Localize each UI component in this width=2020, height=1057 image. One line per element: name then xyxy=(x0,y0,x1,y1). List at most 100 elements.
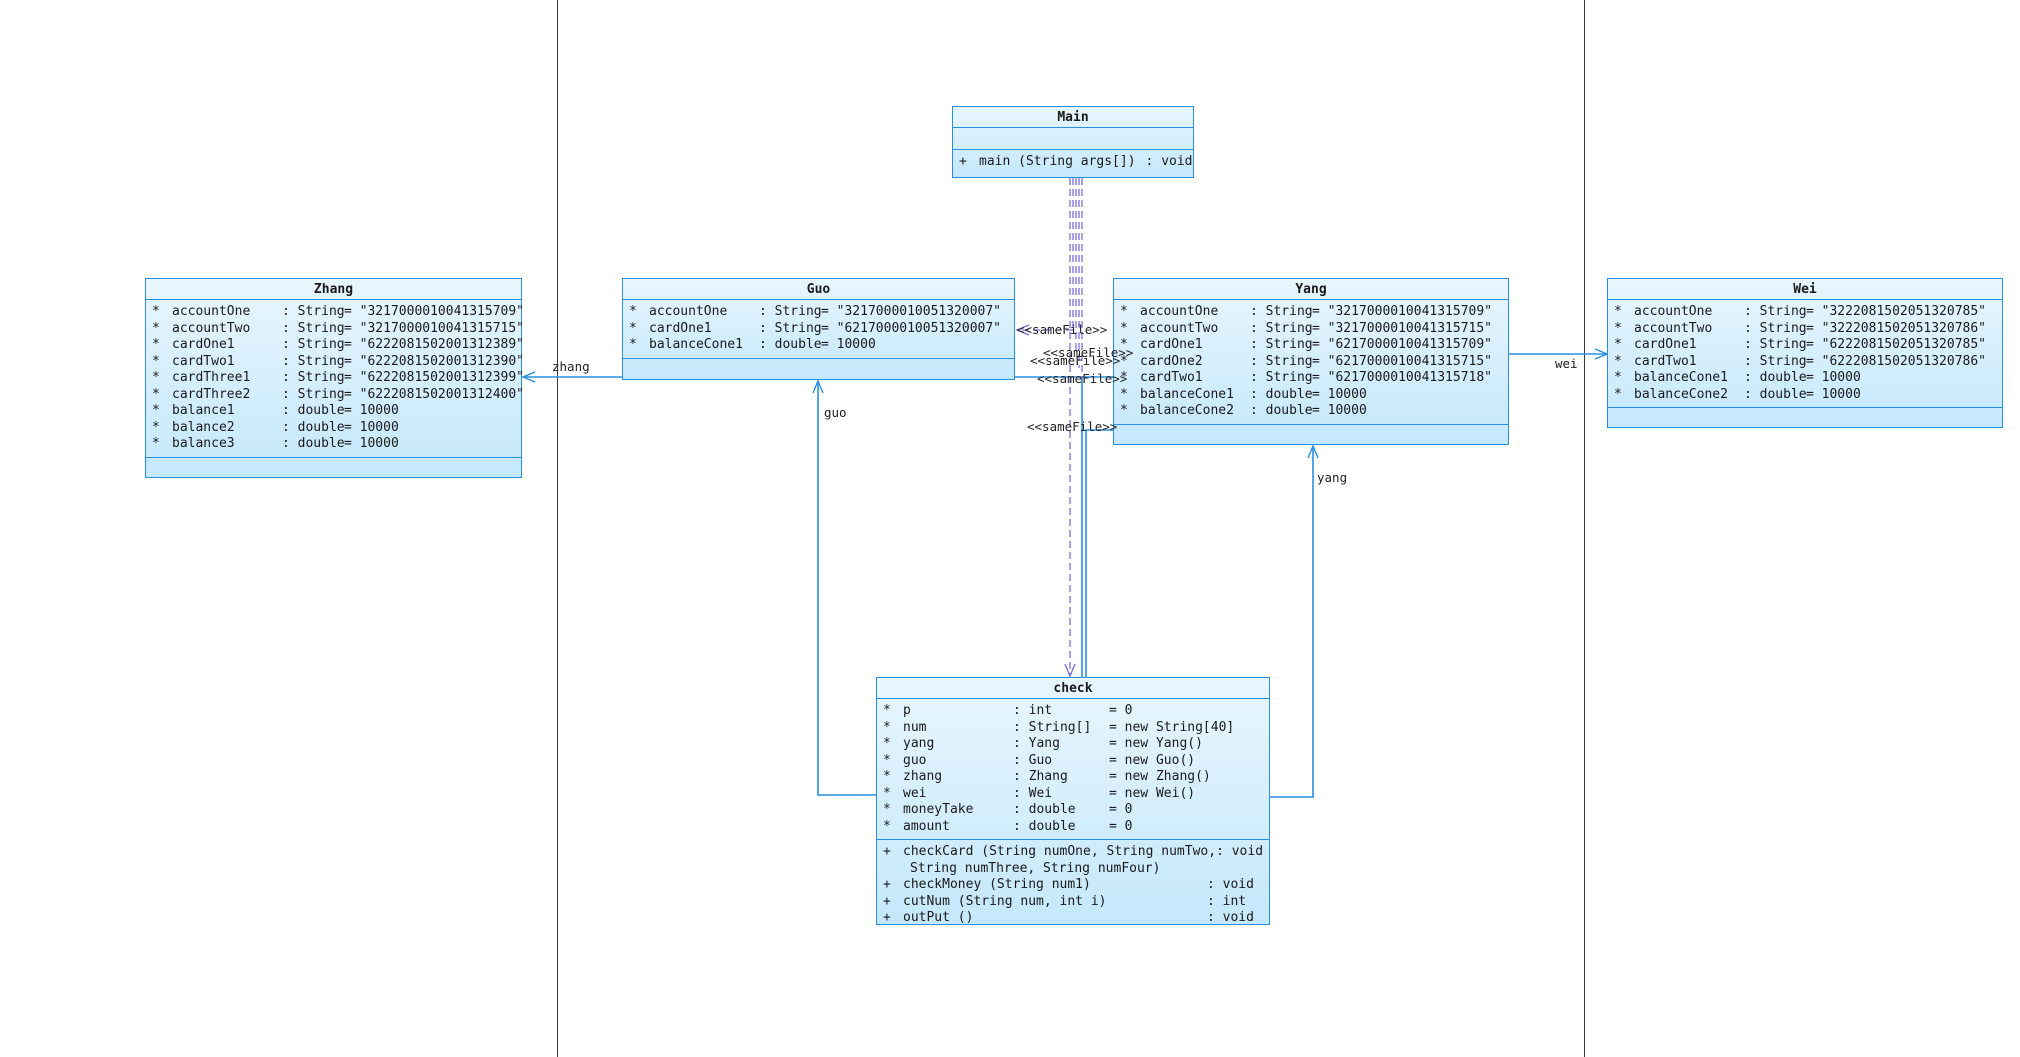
attribute-default: = "6222081502051320785" xyxy=(1806,337,1987,352)
attribute-default: = "3217000010041315709" xyxy=(1312,304,1493,319)
attribute-type: : double xyxy=(1250,386,1313,402)
attribute-name: accountTwo xyxy=(1140,320,1219,336)
visibility-marker: * xyxy=(152,337,160,352)
class-wei[interactable]: Wei * accountOne: String = "32220815020513… xyxy=(1607,278,2003,428)
visibility-marker: * xyxy=(152,419,160,435)
attribute-name: amount xyxy=(903,818,950,834)
attribute-name: accountOne xyxy=(1140,304,1219,319)
operation-row: + checkMoney (String num1): void xyxy=(883,877,1263,894)
attribute-row: * cardTwo1: String = "6217000010041315718" xyxy=(1120,370,1502,387)
visibility-marker: * xyxy=(1614,304,1622,319)
class-guo-title: Guo xyxy=(623,279,1014,300)
attribute-name: yang xyxy=(903,736,935,751)
class-zhang-title: Zhang xyxy=(146,279,521,300)
attribute-default: = "3222081502051320786" xyxy=(1806,320,1987,336)
attribute-row: * cardOne2: String = "6217000010041315715" xyxy=(1120,354,1502,371)
class-guo-operations xyxy=(623,359,1014,377)
attribute-type: : double xyxy=(759,337,822,352)
visibility-marker: * xyxy=(152,436,160,451)
stereotype-label-samefile: <<sameFile>> xyxy=(1037,371,1128,386)
attribute-default: = 0 xyxy=(1109,818,1133,834)
attribute-type: : String xyxy=(1250,304,1313,319)
class-zhang[interactable]: Zhang * accountOne: String = "321700001004… xyxy=(145,278,525,478)
attribute-name: balanceCone1 xyxy=(1140,386,1234,402)
visibility-marker: * xyxy=(883,802,891,817)
attribute-default: = new Guo() xyxy=(1109,752,1196,768)
attribute-name: accountOne xyxy=(172,304,251,319)
attribute-type: : String xyxy=(282,320,345,336)
class-guo[interactable]: Guo * accountOne: String = "32170000100513… xyxy=(622,278,1015,380)
attribute-type: : String xyxy=(1250,353,1313,369)
attribute-name: num xyxy=(903,719,927,735)
visibility-marker: * xyxy=(1120,403,1128,418)
attribute-default: = new Yang() xyxy=(1109,736,1203,751)
attribute-type: : String[] xyxy=(1013,719,1092,735)
operation-row: + cutNum (String num, int i): int xyxy=(883,894,1263,911)
attribute-default: = new Wei() xyxy=(1109,785,1196,801)
attribute-row: * amount: double = 0 xyxy=(883,819,1263,836)
attribute-type: : double xyxy=(1250,403,1313,418)
visibility-marker: * xyxy=(152,353,160,369)
attribute-row: * num: String[] = new String[40] xyxy=(883,720,1263,737)
attribute-type: : String xyxy=(1744,353,1807,369)
association-label-yang: yang xyxy=(1317,470,1348,485)
attribute-name: cardTwo1 xyxy=(172,353,235,369)
attribute-default: = "6217000010051320007" xyxy=(821,320,1002,336)
attribute-default: = 0 xyxy=(1109,802,1133,817)
attribute-name: balance1 xyxy=(172,403,235,418)
attribute-default: = 10000 xyxy=(344,403,399,418)
operation-return-type: : void xyxy=(1207,910,1254,925)
class-yang-title: Yang xyxy=(1114,279,1508,300)
class-check[interactable]: check * p: int = 0 * num: String[] = new Stri… xyxy=(876,677,1270,925)
attribute-type: : double xyxy=(1744,386,1807,402)
attribute-default: = "6222081502001312390" xyxy=(344,353,525,369)
operation-return-type: : void xyxy=(1207,877,1254,892)
visibility-marker: * xyxy=(629,304,637,319)
attribute-name: guo xyxy=(903,752,927,768)
attribute-row: * balance3: double = 10000 xyxy=(152,436,515,453)
operation-signature: checkCard (String numOne, String numTwo, xyxy=(903,844,1217,859)
visibility-marker: * xyxy=(629,320,637,336)
attribute-type: : double xyxy=(282,403,345,418)
attribute-name: balanceCone1 xyxy=(649,337,743,352)
attribute-type: : double xyxy=(1013,802,1076,817)
attribute-default: = "6222081502001312389" xyxy=(344,337,525,352)
visibility-marker: * xyxy=(1120,320,1128,336)
class-zhang-operations xyxy=(146,458,521,476)
attribute-row: * cardOne1: String = "6217000010051320007" xyxy=(629,321,1008,338)
association-guo-line[interactable] xyxy=(818,381,876,796)
class-yang[interactable]: Yang * accountOne: String = "3217000010041… xyxy=(1113,278,1509,445)
attribute-type: : double xyxy=(1744,370,1807,385)
operation-row: + main (String args[]) : void xyxy=(959,154,1193,171)
attribute-row: * accountTwo: String = "321700001004131571… xyxy=(1120,321,1502,338)
visibility-marker: * xyxy=(1120,386,1128,402)
visibility-marker: * xyxy=(1614,320,1622,336)
attribute-default: = "3217000010051320007" xyxy=(821,304,1002,319)
attribute-name: cardOne2 xyxy=(1140,353,1203,369)
class-wei-title: Wei xyxy=(1608,279,2002,300)
class-yang-operations xyxy=(1114,425,1508,443)
attribute-name: balance2 xyxy=(172,419,235,435)
attribute-default: = new String[40] xyxy=(1109,719,1235,735)
attribute-default: = 10000 xyxy=(1312,403,1367,418)
attribute-row: * balanceCone1: double = 10000 xyxy=(629,337,1008,354)
attribute-row: * wei: Wei = new Wei() xyxy=(883,786,1263,803)
attribute-row: * balance2: double = 10000 xyxy=(152,420,515,437)
operation-signature: cutNum (String num, int i) xyxy=(903,893,1107,909)
class-wei-operations xyxy=(1608,408,2002,426)
class-main[interactable]: Main + main (String args[]) : void xyxy=(952,106,1194,178)
attribute-type: : Wei xyxy=(1013,785,1053,801)
stereotype-label-samefile: <<sameFile>> xyxy=(1017,322,1108,337)
attribute-row: * balance1: double = 10000 xyxy=(152,403,515,420)
class-check-operations: + checkCard (String numOne, String numTwo… xyxy=(877,840,1269,931)
attribute-default: = 10000 xyxy=(1806,370,1861,385)
attribute-default: = "6217000010041315709" xyxy=(1312,337,1493,352)
attribute-row: * accountOne: String = "322208150205132078… xyxy=(1614,304,1996,321)
attribute-type: : String xyxy=(1250,320,1313,336)
class-zhang-attributes: * accountOne: String = "321700001004131570… xyxy=(146,300,525,458)
class-wei-attributes: * accountOne: String = "322208150205132078… xyxy=(1608,300,2002,408)
attribute-name: cardOne1 xyxy=(172,337,235,352)
class-main-title: Main xyxy=(953,107,1193,128)
visibility-marker: * xyxy=(152,320,160,336)
association-yang-line[interactable] xyxy=(1270,446,1313,798)
